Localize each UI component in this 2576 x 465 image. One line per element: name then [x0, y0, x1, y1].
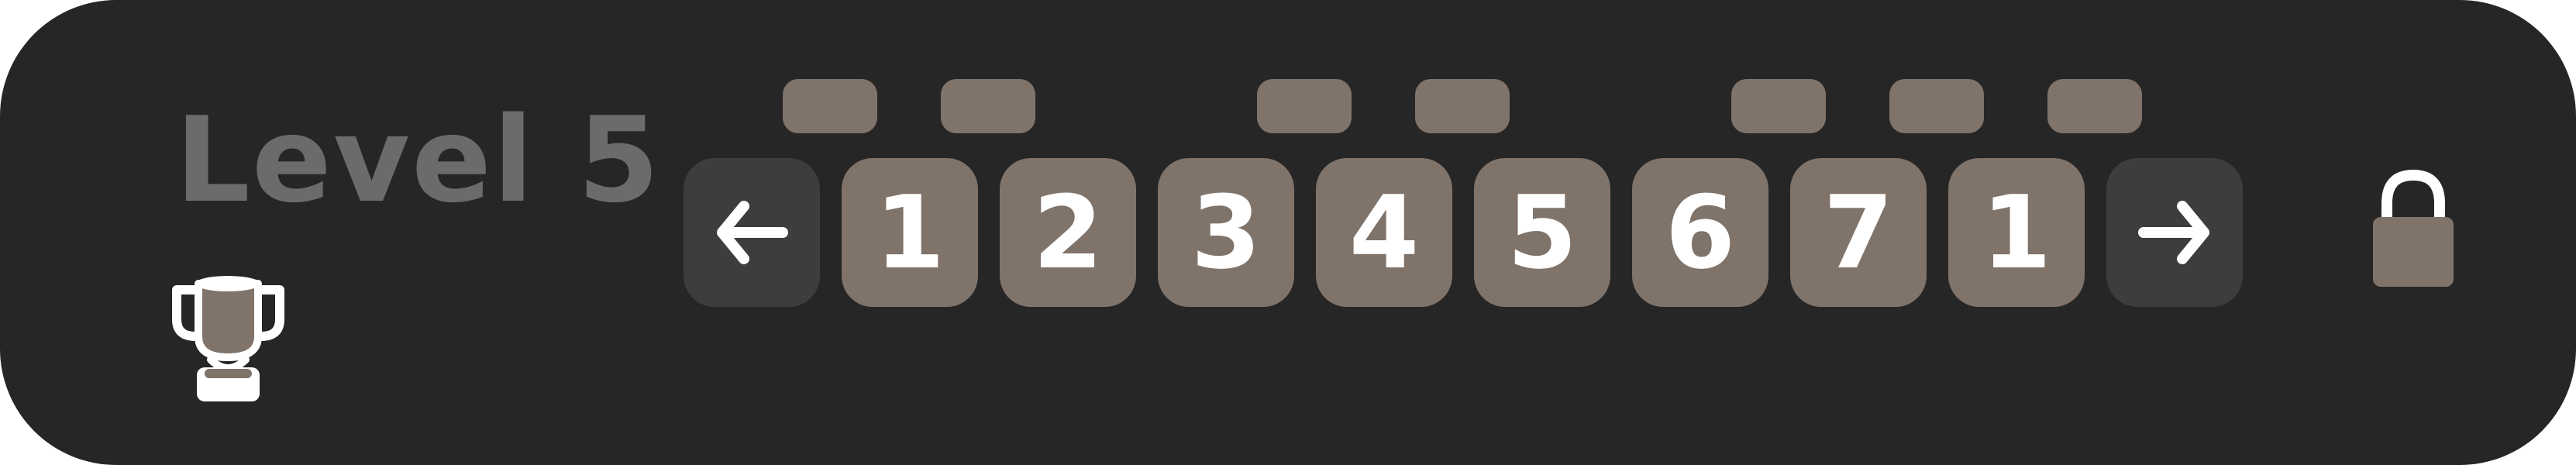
arrow-right-icon — [2138, 201, 2209, 264]
number-tile[interactable]: 3 — [1158, 158, 1294, 307]
level-title: Level 5 — [175, 91, 661, 229]
number-tile[interactable]: 4 — [1316, 158, 1452, 307]
number-tile[interactable]: 6 — [1632, 158, 1768, 307]
slot-indicator — [941, 79, 1035, 133]
slot-indicator — [2047, 79, 2142, 133]
slot-indicator — [1415, 79, 1510, 133]
slot-indicator — [783, 79, 877, 133]
trophy-icon — [172, 276, 284, 401]
slot-indicator — [1257, 79, 1352, 133]
number-tile[interactable]: 1 — [1948, 158, 2085, 307]
prev-button[interactable] — [684, 158, 820, 307]
game-panel: Level 5 1 2 3 4 5 6 7 1 — [0, 0, 2576, 465]
slot-indicator — [1889, 79, 1984, 133]
next-button[interactable] — [2106, 158, 2243, 307]
number-tile[interactable]: 2 — [1000, 158, 1136, 307]
arrow-left-icon — [717, 201, 788, 264]
number-tile[interactable]: 7 — [1790, 158, 1927, 307]
slot-indicator — [1731, 79, 1826, 133]
lock-icon — [2373, 169, 2454, 287]
number-tile[interactable]: 5 — [1474, 158, 1610, 307]
number-tile[interactable]: 1 — [842, 158, 978, 307]
